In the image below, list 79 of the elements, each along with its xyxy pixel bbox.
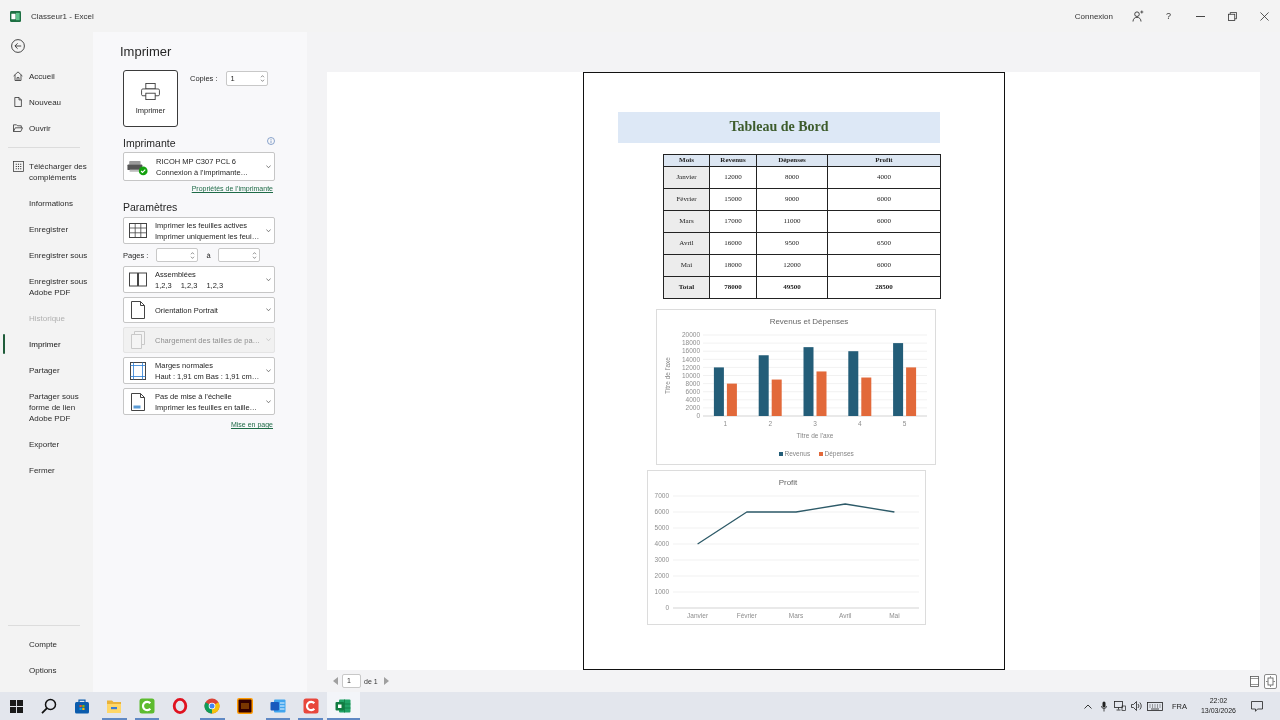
chart-title: Profit	[778, 477, 798, 487]
chart-bar	[726, 383, 737, 416]
title-banner: Tableau de Bord	[618, 111, 940, 143]
microphone-icon[interactable]	[1100, 700, 1107, 712]
page-from-field[interactable]	[156, 248, 199, 262]
shopping-bag-icon	[73, 698, 90, 714]
chart-bar	[803, 346, 814, 416]
help-button[interactable]: ?	[1166, 11, 1171, 21]
minimize-icon[interactable]	[1195, 15, 1205, 17]
nav-item[interactable]: Options	[0, 657, 93, 683]
chart-title: Revenus et Dépenses	[769, 316, 849, 326]
square-tile-icon	[237, 698, 254, 714]
chart-bar	[816, 370, 827, 416]
section-heading: Paramètres	[123, 201, 178, 213]
document-tile-icon	[269, 698, 286, 714]
window-title: Classeur1 - Excel	[31, 11, 94, 21]
printer-icon	[141, 82, 160, 100]
nav-item[interactable]: Compte	[0, 631, 93, 657]
chevron-up-icon[interactable]	[1083, 703, 1092, 709]
home-icon	[13, 71, 23, 81]
nav-item[interactable]: Partager sous forme de lien Adobe PDF	[0, 383, 93, 431]
nav-item[interactable]: Enregistrer	[0, 216, 93, 242]
speaker-icon[interactable]	[1130, 701, 1142, 711]
view-button[interactable]	[1264, 673, 1277, 689]
tricolor-circle-icon	[204, 698, 221, 714]
nav-item[interactable]: Ouvrir	[0, 115, 93, 141]
chart-bar	[906, 366, 917, 416]
chart-bar	[758, 354, 769, 416]
collated-pages-icon	[129, 272, 147, 287]
page-scale-icon	[131, 392, 145, 411]
panel-heading: Imprimer	[120, 44, 173, 60]
search-icon[interactable]	[41, 698, 58, 714]
sign-in-link[interactable]: Connexion	[1074, 11, 1113, 21]
caret-icon	[266, 308, 271, 312]
nav-item[interactable]: Fermer	[0, 457, 93, 483]
nav-item[interactable]: Nouveau	[0, 89, 93, 115]
nav-item[interactable]: Exporter	[0, 431, 93, 457]
grid-icon	[13, 160, 24, 172]
page-to-field[interactable]	[217, 248, 260, 262]
folder-icon	[13, 123, 23, 133]
show-margins-icon	[1250, 675, 1259, 687]
feedback-icon[interactable]	[1131, 10, 1144, 22]
network-icon[interactable]	[1113, 701, 1126, 711]
nav-item[interactable]: Imprimer	[0, 331, 93, 357]
nav-item[interactable]: Enregistrer sous	[0, 242, 93, 268]
nav-item[interactable]: Télécharger des compléments	[0, 153, 93, 190]
section-heading: Imprimante	[123, 137, 176, 149]
caret-icon	[266, 399, 271, 404]
page-size-icon	[131, 331, 145, 349]
chart-bar	[861, 377, 872, 416]
windows-logo-icon[interactable]	[9, 699, 23, 713]
caret-icon	[266, 277, 271, 282]
caret-icon	[266, 368, 271, 373]
arc-tile-icon	[302, 698, 319, 714]
view-button[interactable]	[1248, 673, 1261, 689]
chart-bar	[713, 366, 724, 416]
nav-item[interactable]: Informations	[0, 190, 93, 216]
sheet-grid-icon	[129, 223, 147, 238]
nav-item[interactable]: Accueil	[0, 63, 93, 89]
spreadsheet-tile-icon	[335, 698, 352, 714]
restore-icon[interactable]	[1227, 11, 1237, 21]
ring-icon	[171, 698, 188, 714]
portrait-page-icon	[131, 301, 145, 319]
spreadsheet-logo-icon	[10, 10, 21, 22]
chart-bar	[848, 350, 859, 416]
arc-tile-icon	[139, 698, 156, 714]
caret-icon	[266, 228, 271, 233]
close-icon[interactable]	[1259, 11, 1269, 21]
back-icon[interactable]	[11, 39, 25, 53]
chart-bar	[771, 379, 782, 416]
nav-item[interactable]: Partager	[0, 357, 93, 383]
zoom-to-page-icon	[1266, 675, 1275, 687]
nav-item[interactable]: Enregistrer sous Adobe PDF	[0, 268, 93, 305]
margins-icon	[130, 361, 146, 380]
caret-icon	[266, 164, 271, 169]
keyboard-icon[interactable]	[1146, 701, 1163, 711]
document-icon	[13, 97, 23, 107]
notification-icon[interactable]	[1251, 700, 1263, 712]
folder-icon	[106, 698, 123, 714]
